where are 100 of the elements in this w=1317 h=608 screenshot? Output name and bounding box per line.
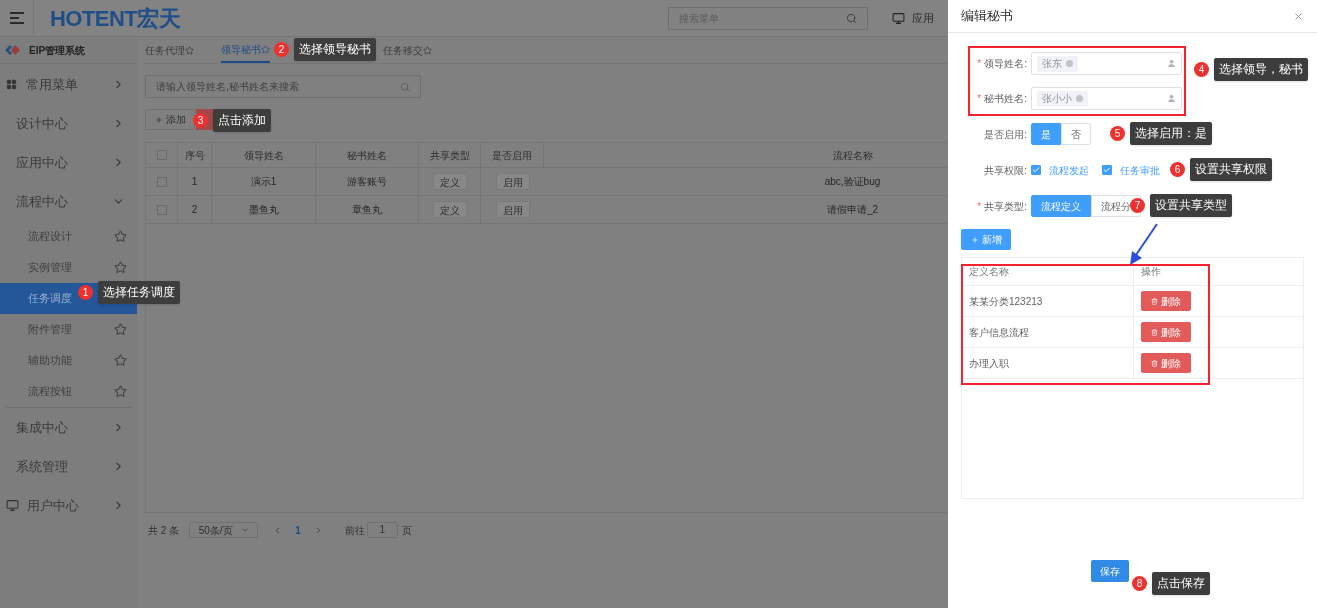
toggle-option[interactable]: 否 xyxy=(1061,123,1091,145)
status-tag: 启用 xyxy=(495,201,530,218)
column-header[interactable]: 秘书姓名 xyxy=(316,143,419,167)
monitor-icon xyxy=(892,11,905,25)
table-cell-text: 章鱼丸 xyxy=(352,203,382,217)
tooltip: 选择领导，秘书 xyxy=(1214,58,1308,81)
close-icon[interactable] xyxy=(1293,10,1304,22)
star-icon xyxy=(185,45,194,55)
tooltip: 选择任务调度 xyxy=(98,281,180,304)
field-label: 秘书姓名: xyxy=(984,92,1027,106)
field-label: 是否启用: xyxy=(984,127,1027,142)
remove-icon[interactable] xyxy=(1066,60,1073,67)
table-cell-text: 办理入职 xyxy=(969,356,1009,371)
checkbox-label[interactable]: 任务审批 xyxy=(1120,162,1160,178)
field-label: 共享权限: xyxy=(984,163,1027,178)
sidebar-item[interactable]: 应用中心 xyxy=(0,143,137,182)
delete-button[interactable]: 删除 xyxy=(1141,291,1191,311)
star-icon xyxy=(114,354,127,367)
pointer-arrow xyxy=(1127,222,1159,266)
tab[interactable]: 任务代理 xyxy=(145,37,194,63)
user-select-field[interactable]: 张小小 xyxy=(1031,87,1182,110)
logo-icon xyxy=(5,45,20,55)
status-tag: 定义 xyxy=(432,201,467,218)
step-badge: 2 xyxy=(274,42,289,57)
tooltip: 点击保存 xyxy=(1152,572,1210,595)
status-tag: 定义 xyxy=(432,173,467,190)
app-link[interactable]: 应用 xyxy=(912,9,934,27)
table-cell-text: 游客账号 xyxy=(347,175,387,189)
sidebar-item[interactable]: 用户中心 xyxy=(0,486,137,525)
checkbox-label[interactable]: 流程发起 xyxy=(1049,162,1089,178)
column-header[interactable]: 领导姓名 xyxy=(212,143,316,167)
search-icon xyxy=(400,81,410,92)
trash-icon xyxy=(1151,297,1158,305)
column-header[interactable]: 序号 xyxy=(178,143,212,167)
table-cell-text: abc,验证bug xyxy=(824,175,881,189)
star-icon xyxy=(114,323,127,336)
star-icon xyxy=(261,44,270,54)
total-count: 共 2 条 xyxy=(148,523,180,538)
save-button[interactable]: 保存 xyxy=(1091,560,1129,582)
monitor-icon xyxy=(6,499,19,512)
required-mark: * xyxy=(977,199,982,214)
checkbox[interactable] xyxy=(1102,165,1112,175)
delete-button[interactable]: 删除 xyxy=(1141,353,1191,373)
star-icon xyxy=(114,261,127,274)
sidebar-item[interactable]: 系统管理 xyxy=(0,447,137,486)
sidebar-subitem[interactable]: 流程设计 xyxy=(0,221,137,252)
required-mark: * xyxy=(977,92,982,106)
goto-page-field[interactable]: 1 xyxy=(366,522,398,538)
table-cell-text: 演示1 xyxy=(250,175,277,189)
table-cell-text: 请假申请_2 xyxy=(826,203,879,217)
page-suffix: 页 xyxy=(401,523,412,538)
field-label: 共享类型: xyxy=(984,199,1027,214)
tooltip: 选择领导秘书 xyxy=(294,38,376,61)
checkbox[interactable] xyxy=(1031,165,1041,175)
table-cell-text: 墨鱼丸 xyxy=(248,203,279,217)
goto-label: 前往 xyxy=(344,523,365,538)
column-header[interactable]: 共享类型 xyxy=(419,143,481,167)
remove-icon[interactable] xyxy=(1076,95,1083,102)
field-label: 领导姓名: xyxy=(984,57,1027,71)
table-cell-text: 1 xyxy=(191,175,198,189)
new-button[interactable]: 新增 xyxy=(961,229,1011,250)
toggle-option[interactable]: 是 xyxy=(1031,123,1061,145)
check-icon xyxy=(1103,166,1111,174)
trash-icon xyxy=(1151,328,1158,336)
table-cell-text: 某某分类123213 xyxy=(969,294,1043,309)
drawer-title: 编辑秘书 xyxy=(961,7,1013,26)
user-icon xyxy=(1167,94,1176,103)
status-tag: 启用 xyxy=(495,173,530,190)
add-button[interactable]: 添加 xyxy=(145,109,195,130)
system-title: EIP管理系统 xyxy=(29,43,86,58)
user-icon xyxy=(1167,59,1176,68)
column-header[interactable]: 是否启用 xyxy=(481,143,544,167)
tooltip: 选择启用：是 xyxy=(1130,122,1212,145)
selected-tag: 张小小 xyxy=(1037,90,1088,107)
trash-icon xyxy=(1151,359,1158,367)
sidebar-item[interactable]: 常用菜单 xyxy=(0,65,137,104)
star-icon xyxy=(114,385,127,398)
sidebar-subitem[interactable]: 流程按钮 xyxy=(0,376,137,407)
menu-icon[interactable] xyxy=(9,12,24,24)
column-header[interactable]: 流程名称 xyxy=(544,143,948,167)
tooltip: 点击添加 xyxy=(213,109,271,132)
toggle-option[interactable]: 流程定义 xyxy=(1031,195,1091,217)
user-select-field[interactable]: 张东 xyxy=(1031,52,1182,75)
delete-button[interactable]: 删除 xyxy=(1141,322,1191,342)
plus-icon xyxy=(154,115,163,124)
chevron-down-icon xyxy=(240,526,249,534)
check-icon xyxy=(1032,166,1040,174)
plus-icon xyxy=(970,235,979,244)
sidebar-item[interactable]: 流程中心 xyxy=(0,182,137,221)
required-mark: * xyxy=(977,57,982,71)
sidebar-item[interactable]: 设计中心 xyxy=(0,104,137,143)
column-header: 操作 xyxy=(1141,265,1161,279)
table-cell-text: 客户信息流程 xyxy=(969,325,1029,340)
logo: HOTENT宏天 xyxy=(50,4,181,33)
tab[interactable]: 任务移交 xyxy=(383,37,432,63)
page-number[interactable]: 1 xyxy=(295,522,301,538)
tab[interactable]: 领导秘书 xyxy=(221,37,270,63)
sidebar-item[interactable]: 集成中心 xyxy=(0,408,137,447)
page-size-select[interactable]: 50条/页 xyxy=(189,522,259,538)
tooltip: 设置共享权限 xyxy=(1190,158,1272,181)
